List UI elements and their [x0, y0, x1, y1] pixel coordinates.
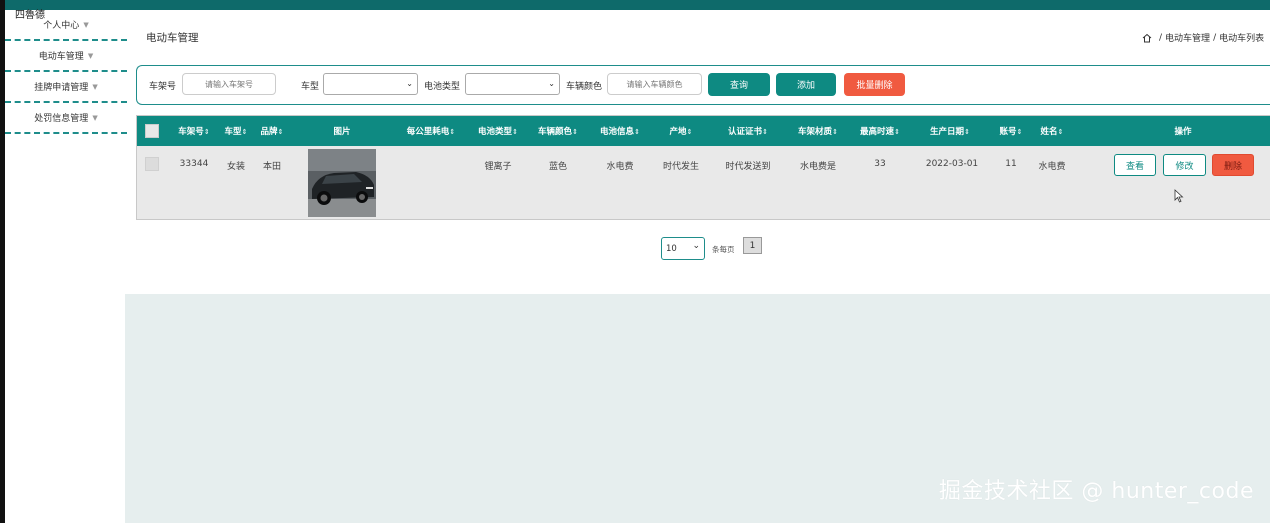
column-header[interactable]: 产地⇕	[670, 125, 693, 137]
sidebar-item-label: 处罚信息管理	[34, 114, 89, 124]
query-button[interactable]: 查询	[708, 73, 770, 96]
frame-no-input[interactable]	[182, 73, 276, 95]
table-header: 车架号⇕ 车型⇕ 品牌⇕ 图片 每公里耗电⇕ 电池类型⇕ 车辆颜色⇕ 电池信息⇕…	[137, 116, 1270, 146]
search-panel: 车架号 车型 ⌄ 电池类型 ⌄ 车辆颜色 查询 添加 批量删除	[136, 65, 1270, 105]
column-header[interactable]: 姓名⇕	[1041, 125, 1064, 137]
color-input[interactable]	[607, 73, 702, 95]
frame-no-label: 车架号	[149, 82, 177, 92]
cell-brand: 本田	[262, 162, 282, 172]
breadcrumb-separator: /	[1159, 32, 1163, 43]
cell-battery-type: 锂离子	[484, 162, 512, 172]
page-size-select[interactable]: 10 ⌄	[661, 237, 705, 260]
column-header[interactable]: 电池类型⇕	[478, 125, 518, 137]
chevron-down-icon: ▼	[92, 113, 98, 122]
sidebar-item-penalty-management[interactable]: 处罚信息管理 ▼	[5, 103, 127, 134]
edit-button[interactable]: 修改	[1163, 154, 1206, 176]
sidebar: 个人中心 ▼ 电动车管理 ▼ 挂牌申请管理 ▼ 处罚信息管理 ▼	[5, 10, 127, 134]
column-header[interactable]: 电池信息⇕	[600, 125, 640, 137]
per-page-label: 条每页	[712, 245, 735, 254]
cell-color: 蓝色	[548, 162, 568, 172]
sidebar-item-label: 电动车管理	[38, 52, 84, 62]
battery-type-label: 电池类型	[424, 82, 461, 92]
data-table: 车架号⇕ 车型⇕ 品牌⇕ 图片 每公里耗电⇕ 电池类型⇕ 车辆颜色⇕ 电池信息⇕…	[136, 115, 1270, 220]
sidebar-item-label: 挂牌申请管理	[34, 83, 89, 93]
column-header[interactable]: 品牌⇕	[261, 125, 284, 137]
delete-button[interactable]: 删除	[1212, 154, 1254, 176]
chevron-down-icon: ▼	[92, 82, 98, 91]
cell-frame-no: 33344	[179, 159, 209, 169]
cell-certificate: 时代发送到	[725, 162, 771, 172]
breadcrumb-item-current: 电动车列表	[1219, 34, 1265, 44]
view-button[interactable]: 查看	[1114, 154, 1156, 176]
column-header[interactable]: 车架号⇕	[178, 125, 209, 137]
column-header[interactable]: 车辆颜色⇕	[538, 125, 578, 137]
vehicle-photo[interactable]	[308, 149, 376, 217]
chevron-down-icon: ⌄	[406, 79, 413, 88]
breadcrumb-separator: /	[1213, 32, 1217, 43]
chevron-down-icon: ⌄	[548, 79, 555, 88]
column-header: 操作	[1174, 127, 1192, 137]
chevron-down-icon: ▼	[83, 20, 89, 29]
sidebar-item-personal-center[interactable]: 个人中心 ▼	[5, 10, 127, 41]
cell-origin: 时代发生	[662, 162, 700, 172]
cell-frame-material: 水电费是	[799, 162, 837, 172]
page-title: 电动车管理	[146, 32, 199, 44]
battery-type-select[interactable]: ⌄	[465, 73, 560, 95]
cell-battery-info: 水电费	[606, 162, 634, 172]
column-header[interactable]: 最高时速⇕	[860, 125, 900, 137]
breadcrumb-item[interactable]: 电动车管理	[1165, 31, 1210, 44]
top-bar	[0, 0, 1270, 10]
column-header[interactable]: 车架材质⇕	[798, 125, 838, 137]
column-header[interactable]: 认证证书⇕	[728, 125, 768, 137]
sidebar-item-label: 个人中心	[43, 21, 80, 31]
batch-delete-button[interactable]: 批量删除	[844, 73, 905, 96]
sidebar-item-plate-application[interactable]: 挂牌申请管理 ▼	[5, 72, 127, 103]
cell-name: 水电费	[1038, 162, 1066, 172]
chevron-down-icon: ▼	[87, 51, 94, 60]
cell-account: 11	[1005, 159, 1017, 169]
column-header[interactable]: 账号⇕	[1000, 125, 1023, 137]
home-icon[interactable]	[1142, 33, 1152, 43]
breadcrumb: / 电动车管理 / 电动车列表	[1142, 31, 1264, 44]
cell-production-date: 2022-03-01	[925, 159, 979, 169]
cell-max-speed: 33	[874, 159, 886, 169]
column-header[interactable]: 每公里耗电⇕	[407, 125, 455, 137]
mouse-cursor-icon	[1174, 189, 1184, 203]
watermark-text: 掘金技术社区 @ hunter_code	[938, 479, 1254, 504]
column-header[interactable]: 生产日期⇕	[930, 125, 970, 137]
select-all-checkbox[interactable]	[145, 124, 159, 138]
sidebar-item-ebike-management[interactable]: 电动车管理 ▼	[5, 41, 127, 72]
page-size-value: 10	[666, 244, 677, 254]
column-header[interactable]: 车型⇕	[225, 125, 248, 137]
vehicle-type-select[interactable]: ⌄	[323, 73, 418, 95]
chevron-down-icon: ⌄	[692, 241, 700, 251]
page-number-button[interactable]: 1	[743, 237, 762, 254]
add-button[interactable]: 添加	[776, 73, 836, 96]
column-header: 图片	[333, 127, 351, 137]
row-checkbox[interactable]	[145, 157, 159, 171]
vehicle-type-label: 车型	[301, 82, 320, 92]
cell-type: 女装	[226, 162, 246, 172]
color-label: 车辆颜色	[566, 82, 603, 92]
